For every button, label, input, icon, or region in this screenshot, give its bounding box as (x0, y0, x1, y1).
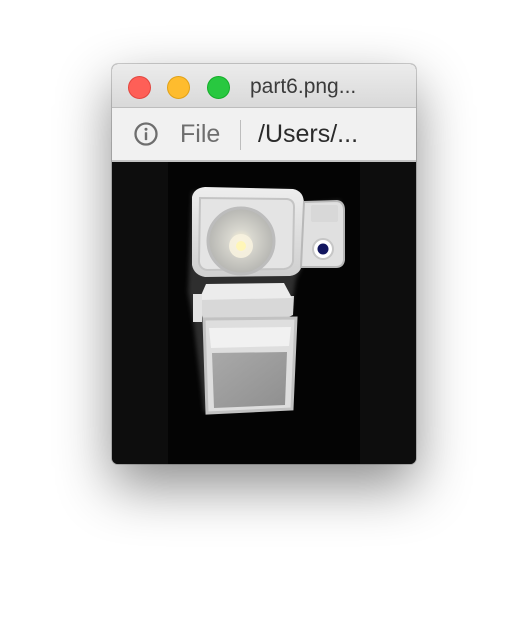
minimize-button[interactable] (167, 76, 190, 99)
path-toolbar: File /Users/... (112, 108, 416, 162)
preview-window: part6.png... File /Users/... (112, 64, 416, 464)
image-frame (168, 162, 360, 464)
camera-module-image (188, 187, 345, 415)
window-title: part6.png... (250, 75, 357, 98)
title-bar[interactable]: part6.png... (112, 64, 416, 108)
zoom-button[interactable] (207, 76, 230, 99)
toolbar-divider (240, 120, 241, 150)
file-path[interactable]: /Users/... (258, 120, 358, 149)
info-icon[interactable] (134, 122, 158, 146)
close-button[interactable] (128, 76, 151, 99)
file-button[interactable]: File (180, 120, 220, 149)
image-viewer[interactable] (112, 162, 416, 464)
